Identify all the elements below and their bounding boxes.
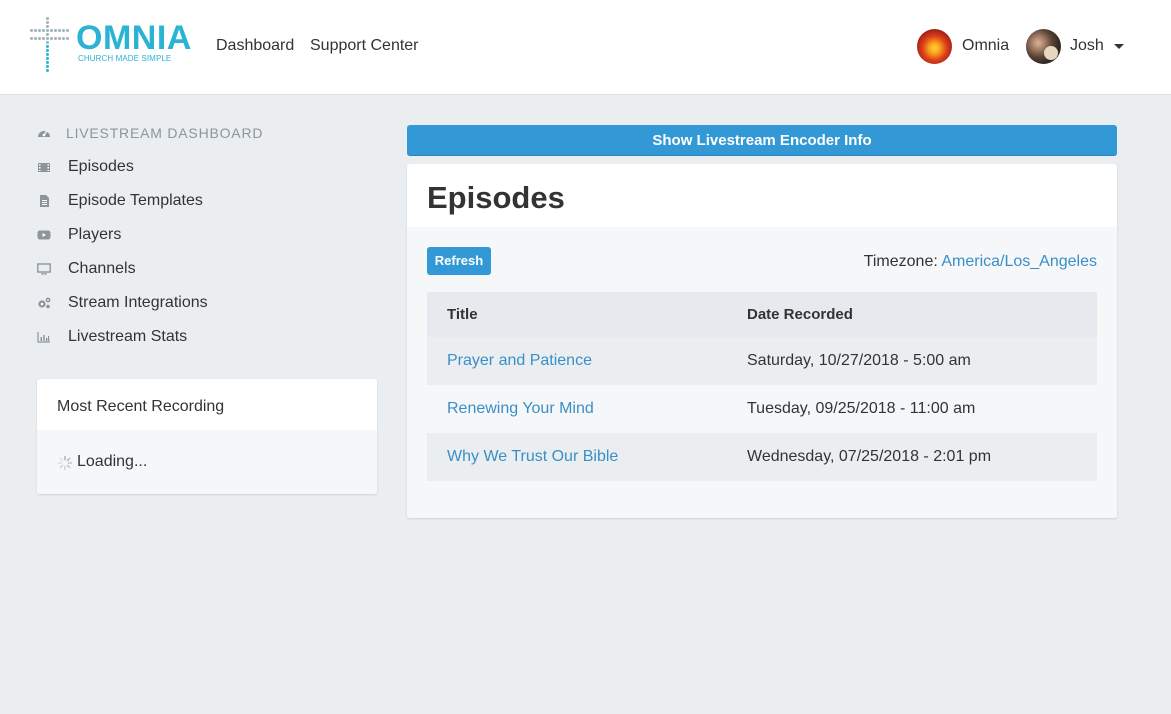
sidebar-item-stream-integrations[interactable]: Stream Integrations — [37, 292, 367, 314]
episode-date: Wednesday, 07/25/2018 - 2:01 pm — [747, 448, 992, 465]
logo-tagline: CHURCH MADE SIMPLE — [78, 54, 172, 63]
bar-chart-icon — [37, 332, 50, 343]
timezone-info: Timezone: America/Los_Angeles — [864, 253, 1097, 271]
top-header: OMNIA CHURCH MADE SIMPLE Dashboard Suppo… — [0, 0, 1171, 95]
episode-title-link[interactable]: Renewing Your Mind — [447, 400, 594, 418]
column-header-date: Date Recorded — [747, 306, 853, 323]
dashboard-gauge-icon — [38, 130, 50, 137]
refresh-button[interactable]: Refresh — [427, 247, 491, 275]
sidebar-heading-label: LIVESTREAM DASHBOARD — [66, 125, 264, 141]
recent-card-body: Loading... — [37, 430, 377, 494]
sidebar-item-label: Livestream Stats — [68, 328, 188, 345]
film-icon — [38, 163, 50, 172]
episode-date: Tuesday, 09/25/2018 - 11:00 am — [747, 400, 976, 417]
episodes-card-body: Refresh Timezone: America/Los_Angeles Ti… — [407, 227, 1117, 518]
sidebar-item-episode-templates[interactable]: Episode Templates — [37, 190, 367, 212]
youtube-play-icon — [37, 230, 51, 240]
file-icon — [40, 195, 49, 207]
table-header: Title Date Recorded — [427, 292, 1097, 337]
spinner-icon — [57, 455, 73, 471]
sidebar-item-label: Episodes — [68, 158, 134, 175]
episode-date: Saturday, 10/27/2018 - 5:00 am — [747, 352, 971, 369]
user-name[interactable]: Josh — [1070, 37, 1104, 55]
sidebar-item-livestream-stats[interactable]: Livestream Stats — [37, 326, 367, 348]
episodes-card: Episodes Refresh Timezone: America/Los_A… — [407, 164, 1117, 518]
column-header-title: Title — [447, 306, 478, 323]
episode-title-link[interactable]: Why We Trust Our Bible — [447, 448, 618, 466]
sidebar-item-label: Stream Integrations — [68, 294, 208, 311]
table-row: Prayer and Patience Saturday, 10/27/2018… — [427, 337, 1097, 385]
omnia-logo[interactable]: OMNIA CHURCH MADE SIMPLE — [28, 17, 191, 75]
sidebar-item-episodes[interactable]: Episodes — [37, 156, 367, 178]
logo-wordmark: OMNIA — [76, 19, 192, 57]
chevron-down-icon[interactable] — [1114, 44, 1124, 49]
sidebar-item-channels[interactable]: Channels — [37, 258, 367, 280]
org-name[interactable]: Omnia — [962, 37, 1009, 55]
nav-dashboard-link[interactable]: Dashboard — [216, 37, 294, 55]
episodes-table: Title Date Recorded Prayer and Patience … — [427, 292, 1097, 481]
episode-title-link[interactable]: Prayer and Patience — [447, 352, 592, 370]
sidebar-item-label: Players — [68, 226, 122, 243]
nav-support-center-link[interactable]: Support Center — [310, 37, 419, 55]
user-avatar[interactable] — [1026, 29, 1061, 64]
timezone-label: Timezone: — [863, 253, 938, 270]
table-row: Renewing Your Mind Tuesday, 09/25/2018 -… — [427, 385, 1097, 433]
sidebar-item-label: Episode Templates — [68, 192, 203, 209]
table-row: Why We Trust Our Bible Wednesday, 07/25/… — [427, 433, 1097, 481]
sidebar-item-label: Channels — [68, 260, 136, 277]
org-avatar[interactable] — [917, 29, 952, 64]
sidebar-item-players[interactable]: Players — [37, 224, 367, 246]
page-title: Episodes — [427, 180, 565, 215]
recent-card-title: Most Recent Recording — [57, 398, 225, 415]
timezone-link[interactable]: America/Los_Angeles — [941, 253, 1097, 270]
gears-icon — [38, 297, 51, 309]
most-recent-recording-card: Most Recent Recording Loading... — [37, 379, 377, 494]
monitor-icon — [37, 263, 51, 275]
loading-status: Loading... — [77, 453, 148, 470]
show-encoder-info-button[interactable]: Show Livestream Encoder Info — [407, 125, 1117, 156]
